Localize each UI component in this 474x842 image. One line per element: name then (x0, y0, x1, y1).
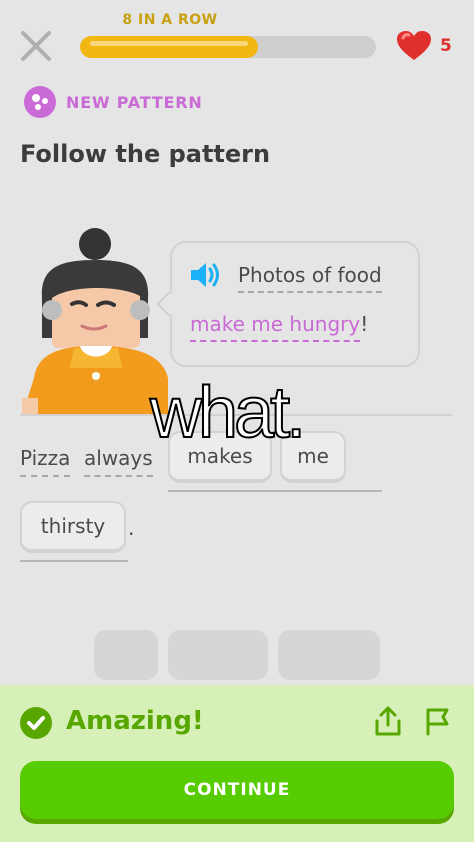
share-icon[interactable] (373, 705, 403, 737)
bubble-text-line1[interactable]: Photos of food (238, 263, 382, 293)
sentence-word[interactable]: always (84, 446, 153, 477)
pattern-icon (24, 86, 56, 118)
answer-line (20, 560, 128, 562)
new-pattern-label: NEW PATTERN (66, 93, 203, 112)
page-title: Follow the pattern (20, 140, 271, 168)
flag-icon[interactable] (423, 705, 453, 737)
word-tile[interactable]: thirsty (20, 501, 126, 553)
progress-bar-fill (80, 36, 258, 58)
progress-bar (80, 36, 376, 58)
continue-button[interactable]: CONTINUE (20, 761, 454, 819)
close-icon[interactable] (18, 28, 54, 64)
word-bank-slot (278, 630, 380, 680)
sentence-word[interactable]: Pizza (20, 446, 71, 477)
answer-line (168, 490, 382, 492)
heart-icon (396, 30, 432, 62)
bubble-text-line2: make me hungry! (190, 312, 369, 342)
sentence-period: . (128, 516, 135, 540)
bubble-punctuation: ! (360, 312, 369, 336)
hearts-count: 5 (440, 36, 452, 56)
streak-label: 8 IN A ROW (122, 12, 218, 28)
feedback-message: Amazing! (66, 706, 204, 736)
word-bank-slot (168, 630, 268, 680)
overlay-caption: what. (149, 372, 307, 454)
character-avatar (22, 228, 170, 420)
check-icon (20, 707, 52, 739)
pattern-highlight[interactable]: make me hungry (190, 312, 361, 342)
speaker-icon[interactable] (188, 259, 224, 291)
word-bank-slot (94, 630, 158, 680)
progress-bar-shine (90, 41, 248, 46)
